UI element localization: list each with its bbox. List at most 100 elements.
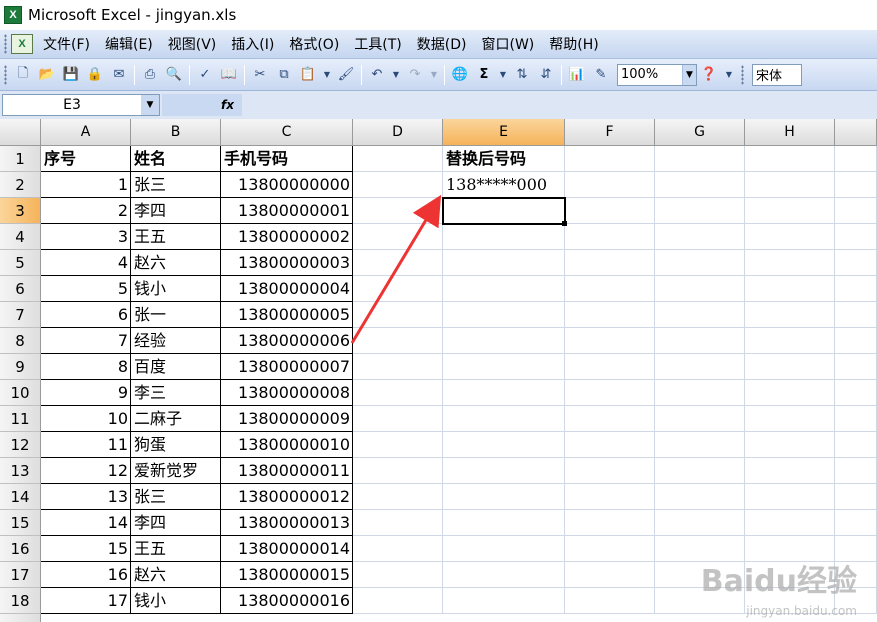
column-header-h[interactable]: H: [745, 119, 835, 146]
phone-number-cell[interactable]: 13800000008: [221, 380, 353, 406]
phone-number-cell[interactable]: 13800000013: [221, 510, 353, 536]
fill-handle[interactable]: [562, 221, 567, 226]
masked-number-cell[interactable]: [443, 250, 565, 276]
email-icon[interactable]: ✉: [109, 65, 129, 85]
empty-cell[interactable]: [745, 328, 835, 354]
empty-cell[interactable]: [835, 432, 877, 458]
row-header-18[interactable]: 18: [0, 588, 41, 614]
empty-cell[interactable]: [565, 406, 655, 432]
serial-number-cell[interactable]: 15: [41, 536, 131, 562]
empty-cell[interactable]: [353, 510, 443, 536]
empty-cell[interactable]: [835, 302, 877, 328]
empty-cell[interactable]: [835, 146, 877, 172]
masked-number-cell[interactable]: [443, 562, 565, 588]
empty-cell[interactable]: [565, 432, 655, 458]
format-painter-icon[interactable]: 🖌: [336, 65, 356, 85]
empty-cell[interactable]: [835, 224, 877, 250]
masked-number-cell[interactable]: [443, 484, 565, 510]
empty-cell[interactable]: [353, 406, 443, 432]
empty-cell[interactable]: [655, 458, 745, 484]
empty-cell[interactable]: [835, 484, 877, 510]
empty-cell[interactable]: [655, 302, 745, 328]
column-header-b[interactable]: B: [131, 119, 221, 146]
new-document-icon[interactable]: 🗋: [13, 65, 33, 85]
empty-cell[interactable]: [745, 354, 835, 380]
select-all-corner[interactable]: [0, 119, 41, 146]
empty-cell[interactable]: [353, 172, 443, 198]
empty-cell[interactable]: [353, 198, 443, 224]
serial-number-cell[interactable]: 12: [41, 458, 131, 484]
column-header-g[interactable]: G: [655, 119, 745, 146]
redo-icon[interactable]: ↷: [405, 65, 425, 85]
empty-cell[interactable]: [835, 380, 877, 406]
phone-number-cell[interactable]: 13800000016: [221, 588, 353, 614]
empty-cell[interactable]: [745, 510, 835, 536]
sort-descending-icon[interactable]: ⇵: [536, 65, 556, 85]
masked-number-cell[interactable]: [443, 354, 565, 380]
insert-function-icon[interactable]: fx: [162, 94, 242, 116]
header-cell-a[interactable]: 序号: [41, 146, 131, 172]
empty-cell[interactable]: [655, 250, 745, 276]
menu-edit[interactable]: 编辑(E): [105, 34, 153, 54]
name-cell[interactable]: 李三: [131, 380, 221, 406]
row-header-7[interactable]: 7: [0, 302, 41, 328]
name-cell[interactable]: 钱小: [131, 588, 221, 614]
cut-icon[interactable]: ✂: [250, 65, 270, 85]
empty-cell[interactable]: [565, 172, 655, 198]
menu-data[interactable]: 数据(D): [417, 34, 467, 54]
name-cell[interactable]: 赵六: [131, 562, 221, 588]
row-header-8[interactable]: 8: [0, 328, 41, 354]
name-cell[interactable]: 张一: [131, 302, 221, 328]
empty-cell[interactable]: [655, 406, 745, 432]
serial-number-cell[interactable]: 16: [41, 562, 131, 588]
empty-cell[interactable]: [565, 302, 655, 328]
empty-cell[interactable]: [745, 224, 835, 250]
serial-number-cell[interactable]: 7: [41, 328, 131, 354]
empty-cell[interactable]: [353, 536, 443, 562]
empty-cell[interactable]: [835, 276, 877, 302]
empty-cell[interactable]: [353, 250, 443, 276]
menu-insert[interactable]: 插入(I): [231, 34, 274, 54]
autosum-icon[interactable]: Σ: [474, 65, 494, 85]
spelling-icon[interactable]: ✓: [195, 65, 215, 85]
paste-icon[interactable]: 📋: [298, 65, 318, 85]
hyperlink-icon[interactable]: 🌐: [450, 65, 470, 85]
name-cell[interactable]: 百度: [131, 354, 221, 380]
autosum-dropdown-icon[interactable]: ▼: [498, 65, 508, 85]
empty-cell[interactable]: [565, 536, 655, 562]
phone-number-cell[interactable]: 13800000001: [221, 198, 353, 224]
redo-dropdown-icon[interactable]: ▼: [429, 65, 439, 85]
empty-cell[interactable]: [353, 432, 443, 458]
row-header-1[interactable]: 1: [0, 146, 41, 172]
empty-cell[interactable]: [655, 380, 745, 406]
menu-view[interactable]: 视图(V): [168, 34, 217, 54]
empty-cell[interactable]: [565, 510, 655, 536]
name-cell[interactable]: 王五: [131, 224, 221, 250]
empty-cell[interactable]: [835, 328, 877, 354]
empty-cell[interactable]: [655, 354, 745, 380]
empty-cell[interactable]: [835, 406, 877, 432]
phone-number-cell[interactable]: 13800000002: [221, 224, 353, 250]
row-header-13[interactable]: 13: [0, 458, 41, 484]
column-header-e[interactable]: E: [443, 119, 565, 146]
menu-grip-handle[interactable]: [4, 34, 7, 54]
empty-cell[interactable]: [745, 432, 835, 458]
row-header-10[interactable]: 10: [0, 380, 41, 406]
chevron-down-icon[interactable]: ▼: [141, 95, 159, 115]
empty-cell[interactable]: [565, 250, 655, 276]
row-header-15[interactable]: 15: [0, 510, 41, 536]
empty-cell[interactable]: [655, 172, 745, 198]
empty-cell[interactable]: [565, 198, 655, 224]
print-preview-icon[interactable]: 🔍: [164, 65, 184, 85]
masked-number-cell[interactable]: [443, 432, 565, 458]
empty-cell[interactable]: [745, 380, 835, 406]
row-header-5[interactable]: 5: [0, 250, 41, 276]
empty-cell[interactable]: [745, 458, 835, 484]
empty-cell[interactable]: [655, 146, 745, 172]
empty-cell[interactable]: [353, 458, 443, 484]
masked-number-cell[interactable]: [443, 588, 565, 614]
empty-cell[interactable]: [353, 302, 443, 328]
masked-number-cell[interactable]: [443, 276, 565, 302]
toolbar-grip-handle[interactable]: [4, 64, 7, 85]
empty-cell[interactable]: [353, 588, 443, 614]
